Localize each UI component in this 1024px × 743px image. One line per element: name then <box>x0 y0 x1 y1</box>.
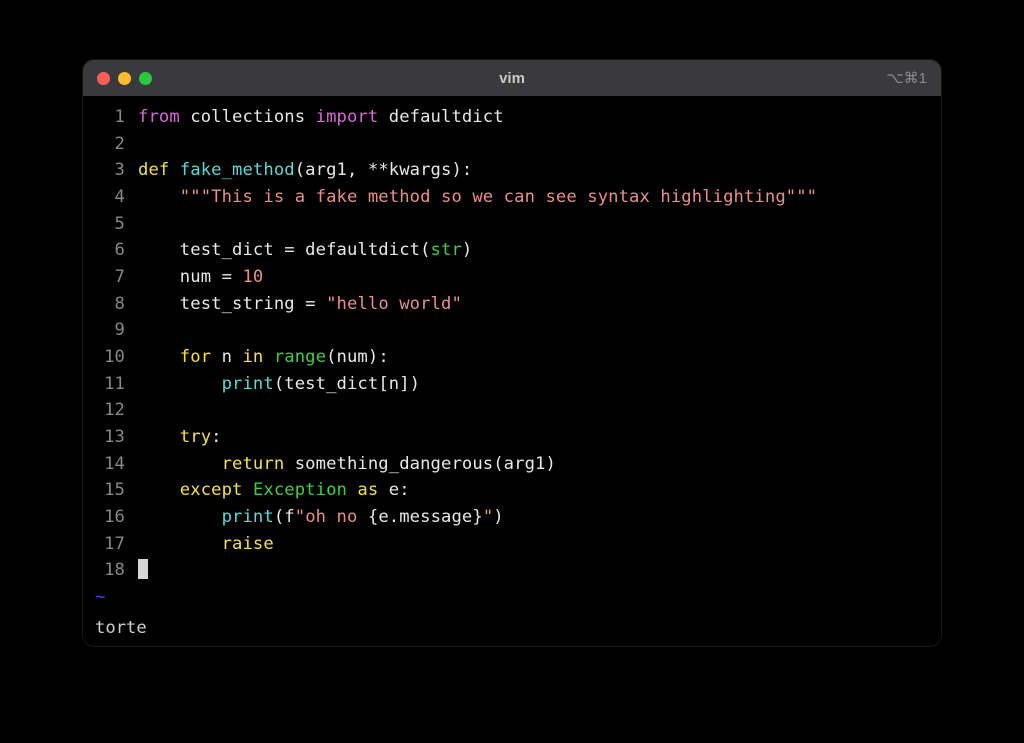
code-line: 2 <box>83 131 941 158</box>
line-number: 3 <box>83 157 129 184</box>
code-content: num = 10 <box>129 264 263 291</box>
code-content: for n in range(num): <box>129 344 389 371</box>
code-line: 13 try: <box>83 424 941 451</box>
traffic-lights <box>97 72 152 85</box>
code-line: 14 return something_dangerous(arg1) <box>83 451 941 478</box>
window-title: vim <box>83 70 941 87</box>
code-line: 7 num = 10 <box>83 264 941 291</box>
terminal-window: vim ⌥⌘1 1 from collections import defaul… <box>83 60 941 646</box>
line-number: 11 <box>83 371 129 398</box>
code-line: 8 test_string = "hello world" <box>83 291 941 318</box>
window-shortcut: ⌥⌘1 <box>886 69 927 87</box>
code-line: 16 print(f"oh no {e.message}") <box>83 504 941 531</box>
code-line: 3 def fake_method(arg1, **kwargs): <box>83 157 941 184</box>
code-line: 5 <box>83 211 941 238</box>
line-number: 17 <box>83 531 129 558</box>
editor-area[interactable]: 1 from collections import defaultdict 2 … <box>83 96 941 618</box>
code-content: from collections import defaultdict <box>129 104 504 131</box>
code-content: test_string = "hello world" <box>129 291 462 318</box>
tilde-line: ~ <box>83 584 941 611</box>
minimize-button[interactable] <box>118 72 131 85</box>
code-content <box>129 557 148 584</box>
line-number: 6 <box>83 237 129 264</box>
line-number: 2 <box>83 131 129 158</box>
maximize-button[interactable] <box>139 72 152 85</box>
code-line: 10 for n in range(num): <box>83 344 941 371</box>
code-content: """This is a fake method so we can see s… <box>129 184 817 211</box>
line-number: 7 <box>83 264 129 291</box>
titlebar: vim ⌥⌘1 <box>83 60 941 96</box>
code-content: print(f"oh no {e.message}") <box>129 504 504 531</box>
code-line: 4 """This is a fake method so we can see… <box>83 184 941 211</box>
line-number: 4 <box>83 184 129 211</box>
line-number: 15 <box>83 477 129 504</box>
close-button[interactable] <box>97 72 110 85</box>
code-content: print(test_dict[n]) <box>129 371 420 398</box>
code-line: 11 print(test_dict[n]) <box>83 371 941 398</box>
code-content: try: <box>129 424 222 451</box>
line-number: 1 <box>83 104 129 131</box>
line-number: 14 <box>83 451 129 478</box>
code-line: 12 <box>83 397 941 424</box>
code-content: def fake_method(arg1, **kwargs): <box>129 157 472 184</box>
line-number: 9 <box>83 317 129 344</box>
line-number: 13 <box>83 424 129 451</box>
empty-line-tilde: ~ <box>83 584 105 611</box>
line-number: 5 <box>83 211 129 238</box>
cursor-block <box>138 559 148 579</box>
code-content: return something_dangerous(arg1) <box>129 451 556 478</box>
code-line: 18 <box>83 557 941 584</box>
code-line: 17 raise <box>83 531 941 558</box>
code-line: 6 test_dict = defaultdict(str) <box>83 237 941 264</box>
line-number: 8 <box>83 291 129 318</box>
line-number: 12 <box>83 397 129 424</box>
code-content: except Exception as e: <box>129 477 410 504</box>
code-line: 15 except Exception as e: <box>83 477 941 504</box>
line-number: 10 <box>83 344 129 371</box>
status-line: torte <box>83 618 941 646</box>
line-number: 18 <box>83 557 129 584</box>
code-line: 9 <box>83 317 941 344</box>
code-line: 1 from collections import defaultdict <box>83 104 941 131</box>
code-content: test_dict = defaultdict(str) <box>129 237 472 264</box>
code-content: raise <box>129 531 274 558</box>
line-number: 16 <box>83 504 129 531</box>
